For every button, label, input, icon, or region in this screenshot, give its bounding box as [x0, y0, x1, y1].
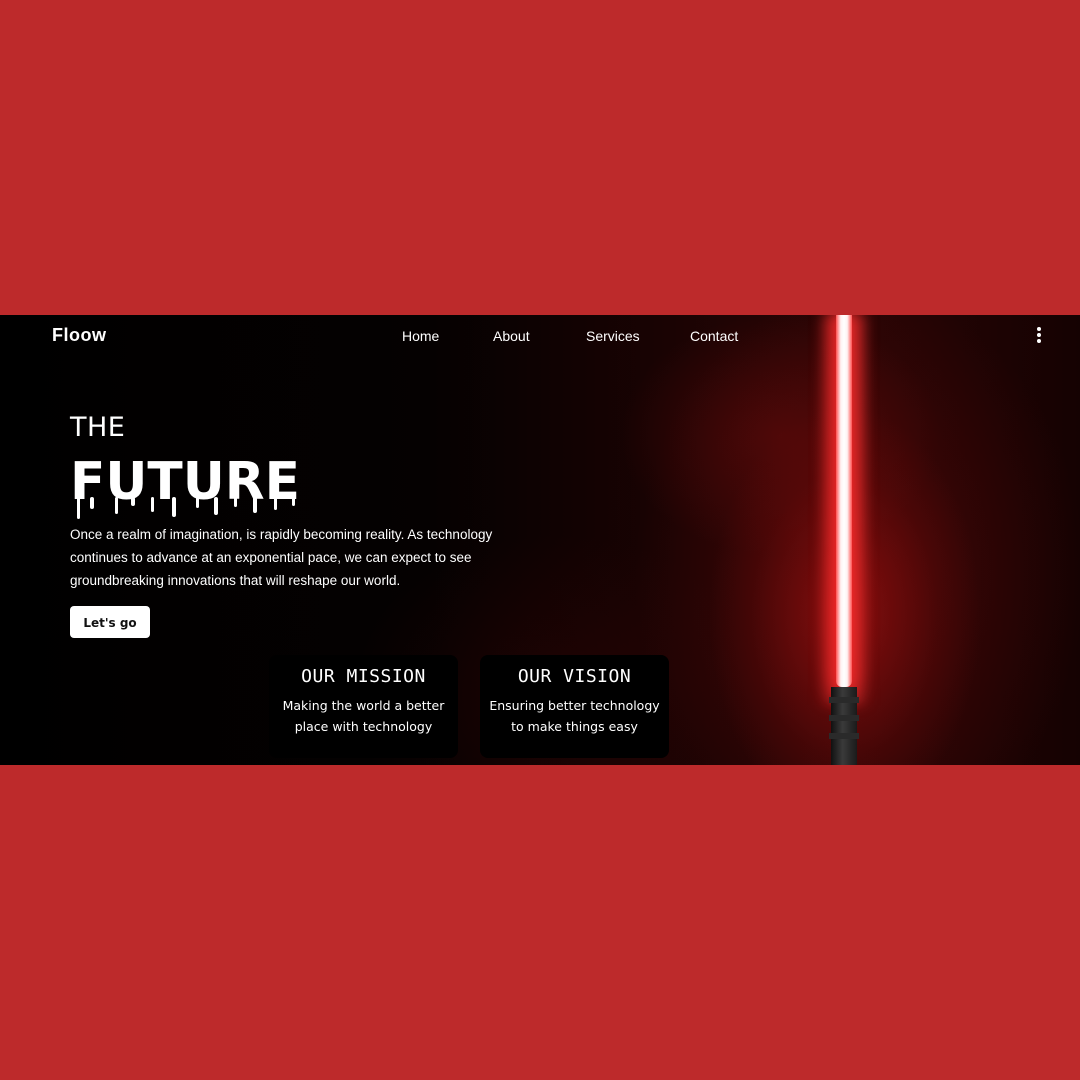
hero-title-future: FUTURE: [70, 452, 300, 519]
nav-link-contact[interactable]: Contact: [690, 328, 738, 344]
lightsaber-icon: [836, 315, 852, 687]
lightsaber-hilt: [829, 687, 859, 765]
mission-card-title: OUR MISSION: [301, 666, 426, 687]
navbar: Floow Home About Services Contact: [0, 315, 1080, 357]
hero-future-text: FUTURE: [70, 452, 300, 512]
vision-card-title: OUR VISION: [517, 666, 632, 687]
hero-line-the: THE: [70, 412, 126, 443]
vision-card-text: Ensuring better technology to make thing…: [489, 698, 660, 734]
vision-card: OUR VISION Ensuring better technology to…: [480, 655, 669, 758]
lets-go-button[interactable]: Let's go: [70, 606, 150, 638]
logo[interactable]: Floow: [52, 325, 107, 346]
vertical-ellipsis-icon[interactable]: [1032, 325, 1046, 345]
page-background: { "colors": { "page_background": "#bd2a2…: [0, 0, 1080, 1080]
website-screenshot: Floow Home About Services Contact THE FU…: [0, 315, 1080, 765]
nav-link-about[interactable]: About: [493, 328, 530, 344]
nav-link-home[interactable]: Home: [402, 328, 439, 344]
mission-card: OUR MISSION Making the world a better pl…: [269, 655, 458, 758]
mission-card-text: Making the world a better place with tec…: [282, 698, 445, 734]
hero-description: Once a realm of imagination, is rapidly …: [70, 527, 493, 588]
nav-link-services[interactable]: Services: [586, 328, 640, 344]
